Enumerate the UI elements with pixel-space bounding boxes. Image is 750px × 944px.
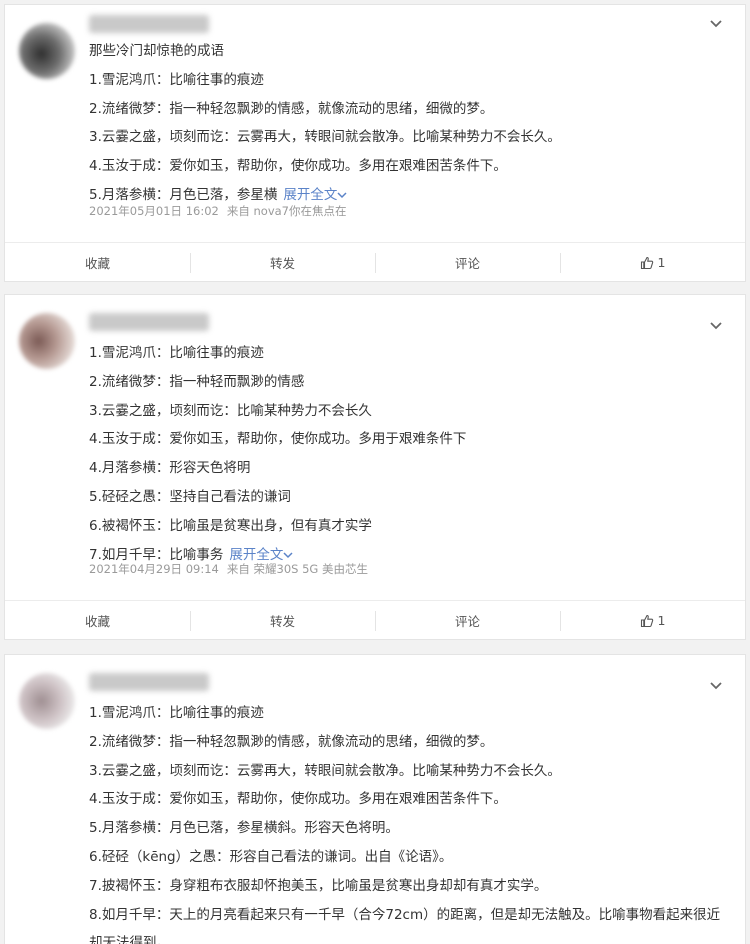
chevron-down-icon[interactable]: [709, 679, 723, 693]
post-line: 4.玉汝于成：爱你如玉，帮助你，使你成功。多用在艰难困苦条件下。: [89, 158, 507, 175]
post-source: 来自 荣耀30S 5G 美由芯生: [226, 562, 368, 576]
expand-label[interactable]: 展开全文: [283, 187, 337, 203]
weibo-card: 1.雪泥鸿爪：比喻往事的痕迹 2.流绪微梦：指一种轻忽飘渺的情感，就像流动的思绪…: [4, 654, 746, 944]
post-content: 1.雪泥鸿爪：比喻往事的痕迹 2.流绪微梦：指一种轻而飘渺的情感 3.云霎之盛，…: [89, 339, 725, 569]
post-date[interactable]: 2021年05月01日 16:02: [89, 204, 219, 218]
action-bar: 收藏 转发 评论 1: [5, 600, 745, 640]
post-line: 4.月落参横：形容天色将明: [89, 460, 251, 477]
repost-button[interactable]: 转发: [190, 601, 375, 640]
post-line: 4.玉汝于成：爱你如玉，帮助你，使你成功。多用于艰难条件下: [89, 431, 467, 448]
post-line: 那些冷门却惊艳的成语: [89, 43, 224, 59]
avatar[interactable]: [19, 673, 75, 729]
like-button[interactable]: 1: [560, 601, 745, 640]
post-line: 1.雪泥鸿爪：比喻往事的痕迹: [89, 71, 264, 88]
post-line: 2.流绪微梦：指一种轻而飘渺的情感: [89, 373, 305, 390]
repost-label[interactable]: 转发: [270, 253, 295, 272]
post-content: 那些冷门却惊艳的成语 1.雪泥鸿爪：比喻往事的痕迹 2.流绪微梦：指一种轻忽飘渺…: [89, 37, 725, 210]
weibo-card: 那些冷门却惊艳的成语 1.雪泥鸿爪：比喻往事的痕迹 2.流绪微梦：指一种轻忽飘渺…: [4, 4, 746, 282]
post-line: 1.雪泥鸿爪：比喻往事的痕迹: [89, 345, 264, 361]
post-line: 2.流绪微梦：指一种轻忽飘渺的情感，就像流动的思绪，细微的梦。: [89, 100, 494, 117]
expand-full-text-link[interactable]: 展开全文: [283, 187, 347, 203]
collect-label[interactable]: 收藏: [85, 253, 110, 272]
post-meta: 2021年05月01日 16:02 来自 nova7你在焦点在: [89, 203, 347, 219]
post-line-text: 5.月落参横：月色已落，参星横: [89, 186, 278, 203]
post-line: 4.玉汝于成：爱你如玉，帮助你，使你成功。多用在艰难困苦条件下。: [89, 791, 507, 808]
comment-label[interactable]: 评论: [455, 611, 480, 630]
thumbs-up-icon[interactable]: [640, 256, 654, 270]
post-line: 8.如月千早：天上的月亮看起来只有一千早（合今72cm）的距离，但是却无法触及。…: [89, 906, 721, 944]
collect-button[interactable]: 收藏: [5, 601, 190, 640]
chevron-down-icon[interactable]: [283, 550, 293, 560]
chevron-down-icon[interactable]: [709, 17, 723, 31]
chevron-down-icon[interactable]: [709, 319, 723, 333]
avatar[interactable]: [19, 313, 75, 369]
post-source: 来自 nova7你在焦点在: [226, 204, 347, 218]
repost-button[interactable]: 转发: [190, 243, 375, 282]
post-line: 5.月落参横：月色已落，参星横斜。形容天色将明。: [89, 820, 399, 837]
post-line: 6.硁硁（kēng）之愚：形容自己看法的谦词。出自《论语》。: [89, 848, 453, 865]
post-line: 2.流绪微梦：指一种轻忽飘渺的情感，就像流动的思绪，细微的梦。: [89, 733, 494, 750]
collect-button[interactable]: 收藏: [5, 243, 190, 282]
username-blurred[interactable]: [89, 15, 209, 33]
username-blurred[interactable]: [89, 313, 209, 331]
action-bar: 收藏 转发 评论 1: [5, 242, 745, 282]
like-count[interactable]: 1: [658, 255, 666, 270]
post-line: 5.硁硁之愚：坚持自己看法的谦词: [89, 488, 291, 505]
post-line: 3.云霎之盛，顷刻而讫：云雾再大，转眼间就会散净。比喻某种势力不会长久。: [89, 762, 561, 779]
post-content: 1.雪泥鸿爪：比喻往事的痕迹 2.流绪微梦：指一种轻忽飘渺的情感，就像流动的思绪…: [89, 699, 725, 944]
post-line: 7.披褐怀玉：身穿粗布衣服却怀抱美玉，比喻虽是贫寒出身却却有真才实学。: [89, 877, 548, 894]
post-line: 3.云霎之盛，顷刻而讫：云雾再大，转眼间就会散净。比喻某种势力不会长久。: [89, 129, 561, 146]
like-count[interactable]: 1: [658, 613, 666, 628]
collect-label[interactable]: 收藏: [85, 611, 110, 630]
post-meta: 2021年04月29日 09:14 来自 荣耀30S 5G 美由芯生: [89, 561, 368, 577]
weibo-card: 1.雪泥鸿爪：比喻往事的痕迹 2.流绪微梦：指一种轻而飘渺的情感 3.云霎之盛，…: [4, 294, 746, 640]
post-line: 3.云霎之盛，顷刻而讫：比喻某种势力不会长久: [89, 402, 372, 419]
username-blurred[interactable]: [89, 673, 209, 691]
comment-button[interactable]: 评论: [375, 601, 560, 640]
post-date[interactable]: 2021年04月29日 09:14: [89, 562, 219, 576]
comment-button[interactable]: 评论: [375, 243, 560, 282]
like-button[interactable]: 1: [560, 243, 745, 282]
post-line: 1.雪泥鸿爪：比喻往事的痕迹: [89, 705, 264, 721]
post-line: 6.被褐怀玉：比喻虽是贫寒出身，但有真才实学: [89, 517, 372, 534]
avatar[interactable]: [19, 23, 75, 79]
chevron-down-icon[interactable]: [337, 190, 347, 200]
comment-label[interactable]: 评论: [455, 253, 480, 272]
repost-label[interactable]: 转发: [270, 611, 295, 630]
thumbs-up-icon[interactable]: [640, 614, 654, 628]
